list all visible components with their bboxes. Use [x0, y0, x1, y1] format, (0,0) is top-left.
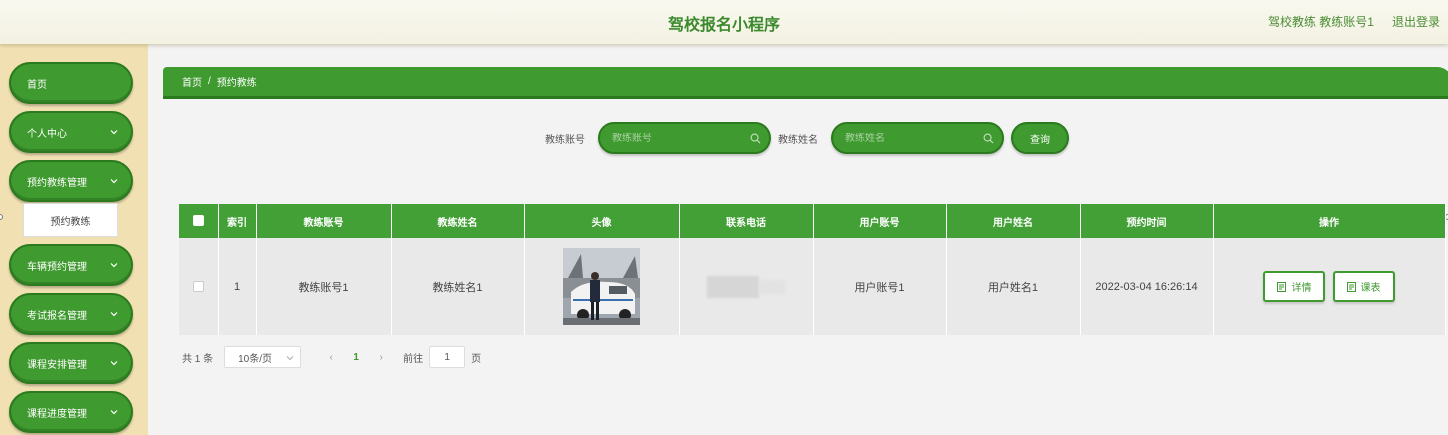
- coach-name-label: 教练姓名: [778, 135, 818, 146]
- column-header: 教练姓名: [391, 204, 525, 238]
- detail-button[interactable]: 详情: [1263, 271, 1326, 302]
- sidebar-item-label: 预约教练管理: [27, 177, 87, 189]
- schedule-button-label: 课表: [1360, 283, 1381, 294]
- chevron-down-icon: [286, 356, 294, 361]
- document-icon: [1346, 281, 1356, 292]
- query-button[interactable]: 查询: [1011, 122, 1069, 154]
- goto-label: 前往: [403, 353, 424, 365]
- column-header: 用户姓名: [946, 204, 1081, 238]
- schedule-button[interactable]: 课表: [1332, 271, 1395, 302]
- sidebar-item-vehicle-booking-mgmt[interactable]: 车辆预约管理: [9, 244, 133, 286]
- row-coach-account: 教练账号1: [256, 238, 392, 335]
- sidebar-subitem-coach-booking[interactable]: 预约教练: [23, 203, 118, 237]
- coach-account-search-box[interactable]: [598, 122, 771, 154]
- column-header: 索引: [218, 204, 257, 238]
- coach-avatar-photo: [563, 248, 640, 325]
- search-icon: [750, 133, 761, 144]
- column-header: 用户账号: [813, 204, 947, 238]
- row-avatar-cell: [524, 238, 680, 335]
- coach-booking-table: 索引 教练账号 教练姓名 头像 联系电话 用户账号 用户姓名 预约时间 操作 1…: [179, 204, 1446, 335]
- phone-redacted: [707, 275, 785, 298]
- chevron-down-icon: [110, 130, 118, 135]
- chevron-down-icon: [110, 410, 118, 415]
- sidebar-item-course-progress-mgmt[interactable]: 课程进度管理: [9, 391, 133, 433]
- coach-name-search-box[interactable]: [831, 122, 1004, 154]
- sidebar: 首页 个人中心 预约教练管理 预约教练 车辆预约管理 考试报名管理 课程安排管理…: [0, 44, 148, 435]
- row-actions: 详情 课表: [1213, 238, 1446, 335]
- column-header: 教练账号: [256, 204, 392, 238]
- coach-name-input[interactable]: [845, 132, 965, 144]
- prev-page-button[interactable]: ‹: [321, 352, 341, 363]
- sidebar-item-coach-booking-mgmt[interactable]: 预约教练管理: [9, 160, 133, 202]
- page-suffix: 页: [471, 353, 482, 365]
- detail-button-label: 详情: [1291, 283, 1312, 294]
- coach-account-input[interactable]: [612, 132, 732, 144]
- sidebar-item-home[interactable]: 首页: [9, 62, 133, 104]
- app-title: 驾校报名小程序: [667, 17, 780, 34]
- row-checkbox[interactable]: [192, 281, 204, 293]
- page-size-value: 10条/页: [238, 353, 273, 365]
- sidebar-item-label: 车辆预约管理: [27, 261, 87, 273]
- row-coach-name: 教练姓名1: [391, 238, 525, 335]
- document-icon: [1277, 281, 1287, 292]
- breadcrumb-current: 预约教练: [216, 78, 257, 89]
- row-phone: [679, 238, 814, 335]
- chevron-down-icon: [110, 312, 118, 317]
- select-all-checkbox[interactable]: [192, 215, 204, 227]
- breadcrumb-home[interactable]: 首页: [182, 74, 202, 89]
- sidebar-item-label: 个人中心: [27, 128, 67, 140]
- top-header: 驾校报名小程序 驾校教练 教练账号1 退出登录: [0, 0, 1448, 44]
- next-page-button[interactable]: ›: [371, 352, 391, 363]
- current-user-label: 驾校教练 教练账号1: [1267, 15, 1374, 29]
- sidebar-item-exam-registration-mgmt[interactable]: 考试报名管理: [9, 293, 133, 335]
- row-index: 1: [218, 238, 257, 335]
- header-user-area: 驾校教练 教练账号1 退出登录: [1268, 13, 1440, 30]
- chevron-down-icon: [110, 361, 118, 366]
- column-header: 预约时间: [1080, 204, 1214, 238]
- chevron-down-icon: [110, 179, 118, 184]
- table-row: 1 教练账号1 教练姓名1 用户账号1 用户姓名1 2022-03-04 16:…: [179, 238, 1446, 335]
- chevron-down-icon: [110, 263, 118, 268]
- table-header-row: 索引 教练账号 教练姓名 头像 联系电话 用户账号 用户姓名 预约时间 操作: [179, 204, 1446, 238]
- sidebar-item-label: 课程进度管理: [27, 408, 87, 420]
- sidebar-item-label: 首页: [27, 79, 47, 91]
- sidebar-item-personal-center[interactable]: 个人中心: [9, 111, 133, 153]
- sidebar-item-label: 课程安排管理: [27, 359, 87, 371]
- column-header: 操作: [1213, 204, 1446, 238]
- search-icon: [983, 133, 994, 144]
- page-size-select[interactable]: 10条/页: [224, 346, 302, 368]
- logout-link[interactable]: 退出登录: [1392, 13, 1440, 30]
- coach-account-label: 教练账号: [545, 135, 585, 146]
- select-all-header[interactable]: [179, 204, 219, 238]
- page-number-current[interactable]: 1: [345, 352, 367, 363]
- row-user-account: 用户账号1: [813, 238, 947, 335]
- total-count: 共 1 条: [182, 353, 214, 365]
- pagination: 共 1 条 10条/页 ‹ 1 › 前往 页: [182, 346, 481, 368]
- row-appointment-time: 2022-03-04 16:26:14: [1080, 238, 1214, 335]
- sidebar-item-label: 考试报名管理: [27, 310, 87, 322]
- sidebar-item-course-schedule-mgmt[interactable]: 课程安排管理: [9, 342, 133, 384]
- row-select-cell[interactable]: [179, 238, 219, 335]
- column-header: 联系电话: [679, 204, 814, 238]
- goto-page-input[interactable]: [429, 346, 466, 368]
- row-user-name: 用户姓名1: [946, 238, 1081, 335]
- breadcrumb-separator: /: [208, 76, 211, 87]
- breadcrumb: 首页 / 预约教练: [163, 67, 1448, 99]
- column-header: 头像: [524, 204, 680, 238]
